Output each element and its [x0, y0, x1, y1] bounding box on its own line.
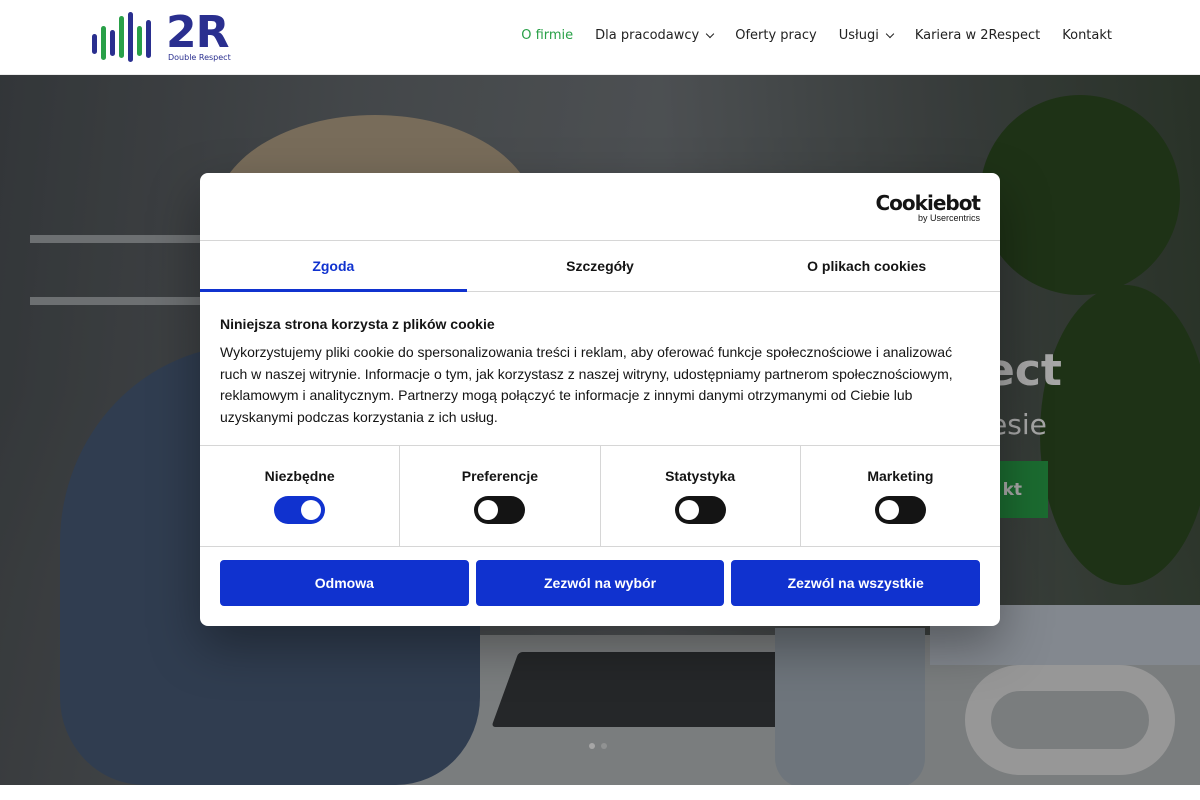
page-bottom-strip	[0, 785, 1200, 800]
deny-button[interactable]: Odmowa	[220, 560, 469, 606]
category-marketing: Marketing	[801, 446, 1000, 546]
nav-item-oferty-pracy[interactable]: Oferty pracy	[735, 28, 816, 43]
site-header: 2R Double Respect O firmie Dla pracodawc…	[0, 0, 1200, 75]
tab-szczegoly[interactable]: Szczegóły	[467, 241, 734, 291]
toggle-knob	[301, 500, 322, 520]
category-niezbedne: Niezbędne	[200, 446, 401, 546]
nav-item-kontakt[interactable]: Kontakt	[1062, 28, 1112, 43]
dialog-actions: Odmowa Zezwól na wybór Zezwól na wszystk…	[200, 547, 1000, 619]
category-statystyka: Statystyka	[601, 446, 801, 546]
category-preferencje: Preferencje	[400, 446, 601, 546]
dialog-title: Niniejsza strona korzysta z plików cooki…	[220, 316, 495, 332]
dialog-body: Niniejsza strona korzysta z plików cooki…	[200, 292, 1000, 446]
statystyka-toggle[interactable]	[674, 496, 726, 524]
tab-zgoda[interactable]: Zgoda	[200, 241, 467, 292]
cookiebot-brand: Cookiebot	[875, 191, 981, 215]
allow-all-button[interactable]: Zezwól na wszystkie	[731, 560, 981, 606]
nav-item-label: Oferty pracy	[735, 28, 817, 43]
category-label: Statystyka	[665, 468, 736, 484]
tab-o-plikach-cookies[interactable]: O plikach cookies	[733, 241, 1000, 291]
nav-item-label: O firmie	[521, 28, 574, 43]
dialog-description: Wykorzystujemy pliki cookie do spersonal…	[220, 344, 953, 425]
logo-wordmark: 2R	[166, 7, 229, 58]
toggle-knob	[878, 500, 899, 520]
nav-item-label: Kontakt	[1062, 28, 1112, 43]
nav-item-kariera[interactable]: Kariera w 2Respect	[915, 28, 1040, 43]
site-logo[interactable]: 2R Double Respect	[90, 8, 240, 66]
nav-item-label: Kariera w 2Respect	[914, 28, 1041, 43]
dialog-tabs: Zgoda Szczegóły O plikach cookies	[200, 241, 1000, 292]
nav-item-uslugi[interactable]: Usługi	[838, 28, 895, 43]
nav-item-dla-pracodawcy[interactable]: Dla pracodawcy	[595, 28, 715, 43]
allow-selection-button[interactable]: Zezwól na wybór	[475, 560, 725, 606]
consent-categories: Niezbędne Preferencje Statystyka Marketi…	[200, 446, 1000, 547]
main-nav: O firmie Dla pracodawcy Oferty pracy Usł…	[499, 28, 1112, 43]
toggle-knob	[478, 500, 499, 520]
nav-item-label: Usługi	[838, 28, 879, 43]
logo-bars-icon	[92, 12, 151, 62]
preferencje-toggle[interactable]	[474, 496, 526, 524]
chevron-down-icon	[885, 29, 895, 38]
chevron-down-icon	[705, 29, 715, 38]
category-label: Preferencje	[461, 468, 539, 484]
nav-item-o-firmie[interactable]: O firmie	[521, 28, 573, 43]
nav-item-label: Dla pracodawcy	[595, 28, 700, 43]
category-label: Niezbędne	[264, 468, 335, 484]
dialog-header: Cookiebot by Usercentrics	[200, 173, 1000, 241]
cookiebot-logo[interactable]: Cookiebot by Usercentrics	[876, 193, 981, 223]
toggle-knob	[678, 500, 699, 520]
cookie-consent-dialog: Cookiebot by Usercentrics Zgoda Szczegół…	[200, 173, 1000, 626]
marketing-toggle[interactable]	[874, 496, 926, 524]
category-label: Marketing	[867, 468, 934, 484]
logo-subtitle: Double Respect	[168, 53, 231, 62]
niezbedne-toggle[interactable]	[274, 496, 326, 524]
